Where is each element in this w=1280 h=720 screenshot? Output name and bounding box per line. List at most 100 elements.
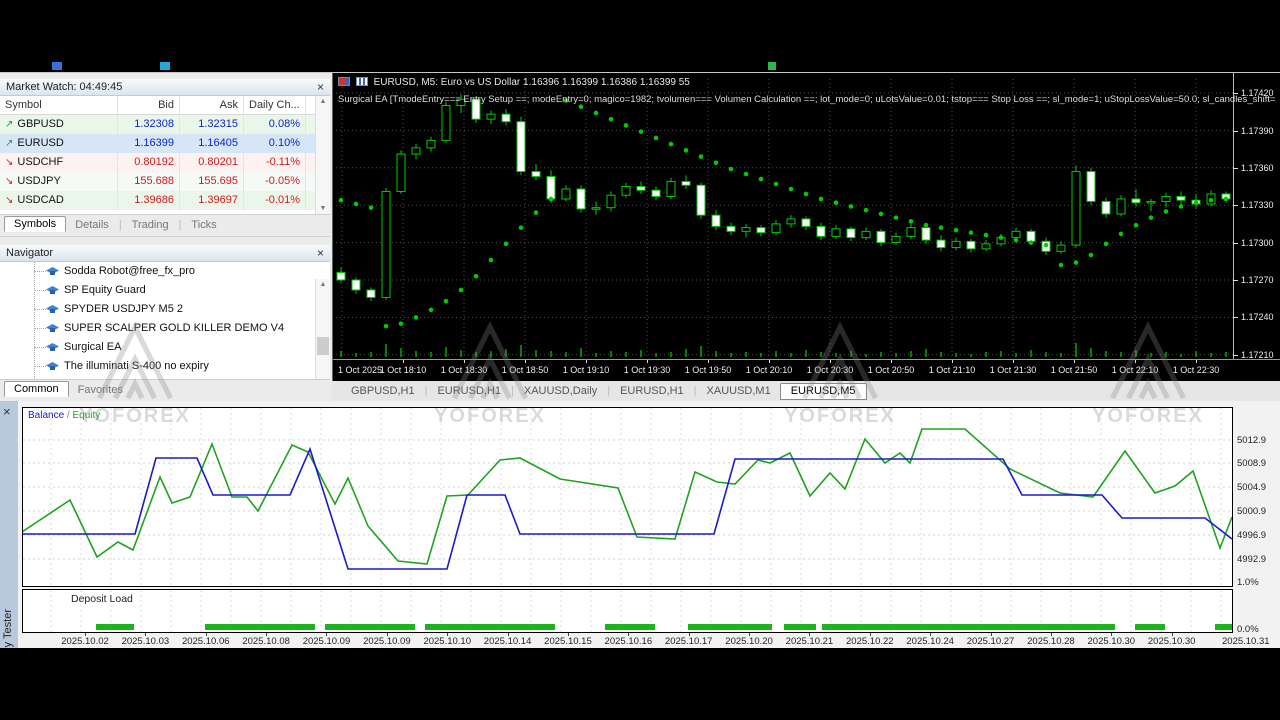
time-axis-label: 1 Oct 22:10 (1111, 365, 1159, 375)
time-axis-tick (708, 360, 709, 363)
date-axis-label: 2025.10.09 (363, 636, 411, 647)
time-axis-label: 1 Oct 21:50 (1050, 365, 1098, 375)
scroll-up-icon[interactable]: ▲ (316, 279, 330, 291)
date-axis-tick (85, 633, 86, 636)
tab-favorites[interactable]: Favorites (69, 383, 132, 397)
date-axis-tick (507, 633, 509, 636)
chart-window[interactable]: EURUSD, M5: Euro vs US Dollar 1.16396 1.… (332, 73, 1280, 381)
tester-axis-label: 4996.9 (1237, 530, 1267, 541)
expert-advisor-icon (46, 267, 59, 276)
chart-title-line: EURUSD, M5: Euro vs US Dollar 1.16396 1.… (338, 77, 690, 88)
time-axis-label: 1 Oct 18:50 (501, 365, 549, 375)
ea-parameters-line: Surgical EA [TmodeEntry=== Entry Setup =… (338, 94, 1276, 105)
navigator-item[interactable]: SUPER SCALPER GOLD KILLER DEMO V4 (0, 319, 330, 338)
expert-advisor-icon (46, 343, 59, 352)
cap-base (50, 290, 55, 294)
toolbar-icon-fragment (768, 62, 776, 70)
price-axis-label: 1.17390 (1241, 126, 1274, 136)
tab-details[interactable]: Details (66, 218, 118, 232)
time-axis-tick (952, 360, 953, 363)
date-axis-tick (1111, 633, 1113, 636)
symbol-cell: ↗ EURUSD (0, 134, 118, 153)
date-axis-tick (749, 633, 751, 636)
close-icon[interactable]: × (317, 80, 324, 94)
market-watch-row[interactable]: ↘ USDCAD 1.39686 1.39697 -0.01% (0, 191, 330, 210)
market-watch-row[interactable]: ↗ EURUSD 1.16399 1.16405 0.10% (0, 134, 330, 153)
navigator-scrollbar[interactable]: ▲ ▼ (315, 279, 330, 379)
tab-separator: | (693, 385, 697, 397)
date-axis-label: 2025.10.02 (61, 636, 109, 647)
date-axis-label: 2025.10.24 (906, 636, 954, 647)
navigator-item[interactable]: SPYDER USDJPY M5 2 (0, 300, 330, 319)
chart-tab-eurusd-h1[interactable]: EURUSD,H1 (428, 384, 510, 398)
bid-cell: 1.16399 (118, 134, 180, 153)
tab-separator: | (118, 219, 122, 231)
date-axis-label: 2025.10.15 (544, 636, 592, 647)
market-watch-row[interactable]: ↘ USDJPY 155.688 155.695 -0.05% (0, 172, 330, 191)
navigator-item[interactable]: The illuminati S-400 no expiry (0, 357, 330, 376)
column-ask[interactable]: Ask (180, 96, 244, 115)
time-axis[interactable]: 1 Oct 2025 1 Oct 18:10 1 Oct 18:30 1 Oct 18… (333, 359, 1280, 381)
deposit-load-chart[interactable]: Deposit Load (22, 589, 1233, 633)
navigator-item[interactable]: Sodda Robot@free_fx_pro (0, 262, 330, 281)
balance-equity-chart[interactable]: Balance / Equity (21, 407, 1233, 587)
tab-symbols[interactable]: Symbols (4, 216, 67, 232)
deposit-bar (822, 624, 1115, 630)
navigator-item[interactable]: SP Equity Guard (0, 281, 330, 300)
chart-tab-xauusd-daily[interactable]: XAUUSD,Daily (515, 384, 606, 398)
time-axis-label: 1 Oct 2025 (338, 365, 383, 375)
close-icon[interactable]: × (3, 404, 11, 419)
ask-cell: 0.80201 (180, 153, 244, 172)
market-watch-tabs: Symbols Details | Trading | Ticks (0, 214, 330, 236)
market-watch-row[interactable]: ↘ USDCHF 0.80192 0.80201 -0.11% (0, 153, 330, 172)
date-axis-tick (326, 633, 328, 636)
time-axis-tick (647, 360, 648, 363)
date-axis-label: 2025.10.30 (1147, 636, 1196, 647)
date-axis-tick (809, 633, 811, 636)
navigator-item[interactable]: Surgical EA (0, 338, 330, 357)
arrow-down-icon: ↘ (5, 176, 14, 187)
chart-tab-eurusd-m5[interactable]: EURUSD,M5 (779, 383, 867, 400)
column-daily-change[interactable]: Daily Ch... (244, 96, 306, 115)
market-watch-row[interactable]: ↗ GBPUSD 1.32308 1.32315 0.08% (0, 115, 330, 134)
daily-change-cell: 0.08% (244, 115, 306, 134)
tab-ticks[interactable]: Ticks (182, 218, 225, 232)
price-axis-label: 1.17240 (1241, 312, 1274, 322)
ask-cell: 1.16405 (180, 134, 244, 153)
daily-change-cell: -0.11% (244, 153, 306, 172)
workspace: Market Watch: 04:49:45 × Symbol Bid Ask … (0, 72, 1280, 649)
time-axis-label: 1 Oct 21:10 (928, 365, 976, 375)
cap-base (50, 366, 55, 370)
tester-pct-label: 1.0% (1237, 577, 1259, 588)
toolbar-icon-fragment (52, 62, 62, 70)
scrollbar-thumb[interactable] (317, 337, 329, 355)
chart-legend: Balance / Equity (28, 410, 101, 421)
close-icon[interactable]: × (317, 246, 324, 260)
date-axis-label: 2025.10.06 (181, 636, 230, 647)
column-bid[interactable]: Bid (118, 96, 180, 115)
market-watch-table: Symbol Bid Ask Daily Ch... ↗ GBPUSD 1.3230… (0, 96, 330, 215)
tester-axis-label: 5004.9 (1237, 482, 1267, 493)
column-symbol[interactable]: Symbol (0, 96, 118, 115)
time-axis-label: 1 Oct 19:10 (562, 365, 610, 375)
date-axis-label: 2025.10.30 (1087, 636, 1136, 647)
chart-tab-gbpusd-h1[interactable]: GBPUSD,H1 (342, 384, 424, 398)
navigator-tabs: Common Favorites (0, 379, 330, 401)
chart-tab-xauusd-m1[interactable]: XAUUSD,M1 (698, 384, 780, 398)
price-axis-label: 1.17300 (1241, 238, 1274, 248)
market-watch-scrollbar[interactable]: ▲ ▼ (315, 96, 330, 215)
strategy-tester-panel: × Strategy Tester Balance / Equity Depos… (0, 401, 1280, 649)
tab-trading[interactable]: Trading (123, 218, 178, 232)
time-axis-tick (891, 360, 892, 363)
tab-common[interactable]: Common (4, 381, 69, 397)
bid-cell: 1.39686 (118, 191, 180, 210)
chart-tab-eurusd-h1[interactable]: EURUSD,H1 (611, 384, 693, 398)
daily-change-cell: -0.01% (244, 191, 306, 210)
market-watch-titlebar: Market Watch: 04:49:45 × (0, 79, 330, 96)
scroll-up-icon[interactable]: ▲ (316, 96, 330, 108)
cap-base (50, 347, 55, 351)
time-axis-label: 1 Oct 18:30 (440, 365, 488, 375)
candlestick-chart[interactable] (336, 79, 1233, 359)
date-axis-tick (145, 633, 147, 636)
date-axis-tick (1050, 633, 1052, 636)
